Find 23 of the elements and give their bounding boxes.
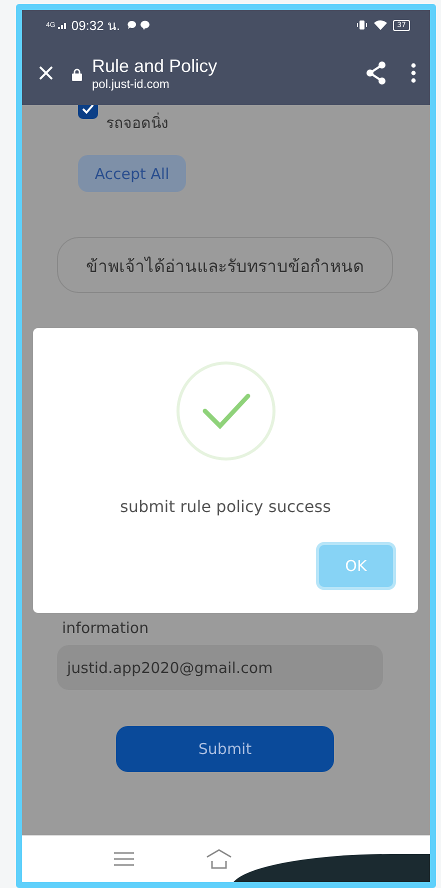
consent-label: รถจอดนิ่ง: [106, 112, 168, 134]
dialog-message: submit rule policy success: [120, 497, 331, 516]
wifi-icon: [374, 20, 388, 30]
status-time: 09:32 น.: [71, 16, 120, 34]
chat-bubble-icon: [127, 20, 138, 30]
home-icon[interactable]: [206, 849, 232, 869]
vibrate-icon: [356, 20, 368, 30]
close-icon[interactable]: [38, 64, 54, 80]
more-options-icon[interactable]: [411, 62, 416, 82]
submit-button[interactable]: Submit: [116, 726, 334, 772]
accept-all-button[interactable]: Accept All: [78, 155, 186, 192]
share-icon[interactable]: [365, 60, 387, 84]
email-field[interactable]: justid.app2020@gmail.com: [57, 645, 383, 690]
signal-icon: [58, 21, 68, 29]
success-check-icon: [176, 361, 276, 461]
menu-icon[interactable]: [114, 852, 134, 866]
page-title: Rule and Policy: [92, 54, 218, 76]
chat-bubble-icon: [140, 20, 150, 30]
acknowledge-box[interactable]: ข้าพเจ้าได้อ่านและรับทราบข้อกำหนด: [57, 237, 393, 293]
page-url: pol.just-id.com: [92, 76, 170, 90]
information-label: information: [62, 619, 149, 637]
lock-icon: [72, 68, 82, 81]
checkbox[interactable]: [78, 105, 98, 119]
